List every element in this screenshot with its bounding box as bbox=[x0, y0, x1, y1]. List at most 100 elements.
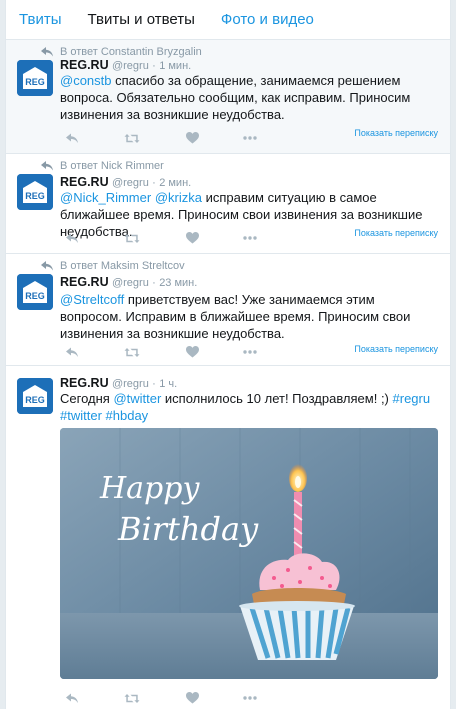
reply-icon bbox=[66, 233, 78, 243]
separator-dot: · bbox=[152, 378, 156, 390]
reply-button[interactable] bbox=[64, 230, 80, 246]
separator-dot: · bbox=[152, 277, 156, 289]
tweet-header: REG.RU @regru · 2 мин. bbox=[60, 175, 191, 189]
avatar-text: REG bbox=[25, 291, 45, 301]
tweet-actions bbox=[60, 344, 290, 360]
separator-dot: · bbox=[152, 60, 156, 72]
more-button[interactable] bbox=[242, 130, 258, 146]
handle[interactable]: @regru bbox=[112, 378, 149, 390]
heart-icon bbox=[185, 232, 199, 244]
retweet-icon bbox=[124, 233, 140, 243]
birthday-cupcake-image: Happy Birthday bbox=[60, 428, 438, 679]
reply-context-text: В ответ Maksim Streltcov bbox=[60, 260, 185, 272]
hashtag[interactable]: #regru bbox=[393, 391, 431, 406]
more-dots-icon bbox=[243, 696, 257, 700]
mention[interactable]: @twitter bbox=[113, 391, 161, 406]
timeline: Твиты Твиты и ответы Фото и видео В отве… bbox=[5, 0, 451, 709]
reply-context-text: В ответ Constantin Bryzgalin bbox=[60, 46, 202, 58]
avatar-text: REG bbox=[25, 77, 45, 87]
heart-icon bbox=[185, 346, 199, 358]
tweet-body: Сегодня bbox=[60, 391, 114, 406]
avatar-text: REG bbox=[25, 395, 45, 405]
tweet-actions bbox=[60, 230, 290, 246]
profile-tabs: Твиты Твиты и ответы Фото и видео bbox=[6, 0, 450, 40]
reply-context: В ответ Nick Rimmer bbox=[40, 160, 164, 172]
reply-icon bbox=[66, 347, 78, 357]
like-button[interactable] bbox=[184, 130, 200, 146]
tweet-header: REG.RU @regru · 23 мин. bbox=[60, 275, 197, 289]
reply-button[interactable] bbox=[64, 690, 80, 706]
mention[interactable]: @krizka bbox=[155, 190, 202, 205]
more-button[interactable] bbox=[242, 344, 258, 360]
reply-button[interactable] bbox=[64, 130, 80, 146]
mention[interactable]: @constb bbox=[60, 73, 112, 88]
avatar[interactable]: REG bbox=[17, 274, 53, 310]
heart-icon bbox=[185, 692, 199, 704]
handle[interactable]: @regru bbox=[112, 60, 149, 72]
avatar[interactable]: REG bbox=[17, 174, 53, 210]
mention[interactable]: @Streltcoff bbox=[60, 292, 124, 307]
like-button[interactable] bbox=[184, 230, 200, 246]
tab-tweets[interactable]: Твиты bbox=[6, 0, 75, 40]
retweet-button[interactable] bbox=[124, 690, 140, 706]
avatar[interactable]: REG bbox=[17, 378, 53, 414]
reply-icon bbox=[66, 133, 78, 143]
tweet-text: Сегодня @twitter исполнилось 10 лет! Поз… bbox=[60, 390, 440, 424]
tweet-header: REG.RU @regru · 1 мин. bbox=[60, 58, 191, 72]
tab-tweets-and-replies[interactable]: Твиты и ответы bbox=[75, 0, 208, 40]
tweet-body: спасибо за обращение, занимаемся решение… bbox=[60, 73, 411, 122]
retweet-button[interactable] bbox=[124, 130, 140, 146]
tweet-actions bbox=[60, 690, 290, 706]
display-name[interactable]: REG.RU bbox=[60, 175, 109, 189]
timestamp[interactable]: 2 мин. bbox=[159, 177, 191, 189]
display-name[interactable]: REG.RU bbox=[60, 275, 109, 289]
more-dots-icon bbox=[243, 236, 257, 240]
reply-context-icon bbox=[41, 47, 53, 57]
reply-context: В ответ Maksim Streltcov bbox=[40, 260, 185, 272]
retweet-button[interactable] bbox=[124, 230, 140, 246]
retweet-icon bbox=[124, 347, 140, 357]
show-conversation-link[interactable]: Показать переписку bbox=[354, 128, 438, 138]
timestamp[interactable]: 1 мин. bbox=[159, 60, 191, 72]
retweet-button[interactable] bbox=[124, 344, 140, 360]
tweet-text: @constb спасибо за обращение, занимаемся… bbox=[60, 72, 440, 123]
handle[interactable]: @regru bbox=[112, 277, 149, 289]
timestamp[interactable]: 23 мин. bbox=[159, 277, 197, 289]
reply-context: В ответ Constantin Bryzgalin bbox=[40, 46, 202, 58]
tweet[interactable]: В ответ Maksim Streltcov REG REG.RU @reg… bbox=[6, 254, 450, 366]
reg-logo-icon: REG bbox=[17, 378, 53, 414]
reply-context-icon bbox=[41, 261, 53, 271]
hashtag[interactable]: #hbday bbox=[106, 408, 149, 423]
tweet-header: REG.RU @regru · 1 ч. bbox=[60, 376, 177, 390]
tweet[interactable]: REG REG.RU @regru · 1 ч. Сегодня @twitte… bbox=[6, 366, 450, 709]
reg-logo-icon: REG bbox=[17, 274, 53, 310]
more-dots-icon bbox=[243, 350, 257, 354]
tweet-photo[interactable]: Happy Birthday bbox=[60, 428, 438, 679]
avatar-text: REG bbox=[25, 191, 45, 201]
tweet[interactable]: В ответ Constantin Bryzgalin REG REG.RU … bbox=[6, 40, 450, 154]
tab-photos-videos[interactable]: Фото и видео bbox=[208, 0, 327, 40]
heart-icon bbox=[185, 132, 199, 144]
like-button[interactable] bbox=[184, 344, 200, 360]
tweet-body: исполнилось 10 лет! Поздравляем! ;) bbox=[161, 391, 393, 406]
more-button[interactable] bbox=[242, 690, 258, 706]
display-name[interactable]: REG.RU bbox=[60, 58, 109, 72]
separator-dot: · bbox=[152, 177, 156, 189]
timestamp[interactable]: 1 ч. bbox=[159, 378, 177, 390]
reply-context-icon bbox=[41, 161, 53, 171]
tweet-text: @Streltcoff приветствуем вас! Уже занима… bbox=[60, 291, 440, 342]
avatar[interactable]: REG bbox=[17, 60, 53, 96]
show-conversation-link[interactable]: Показать переписку bbox=[354, 344, 438, 354]
more-dots-icon bbox=[243, 136, 257, 140]
reg-logo-icon: REG bbox=[17, 60, 53, 96]
mention[interactable]: @Nick_Rimmer bbox=[60, 190, 151, 205]
handle[interactable]: @regru bbox=[112, 177, 149, 189]
hashtag[interactable]: #twitter bbox=[60, 408, 102, 423]
more-button[interactable] bbox=[242, 230, 258, 246]
show-conversation-link[interactable]: Показать переписку bbox=[354, 228, 438, 238]
reg-logo-icon: REG bbox=[17, 174, 53, 210]
reply-button[interactable] bbox=[64, 344, 80, 360]
like-button[interactable] bbox=[184, 690, 200, 706]
tweet[interactable]: В ответ Nick Rimmer REG REG.RU @regru · … bbox=[6, 154, 450, 254]
display-name[interactable]: REG.RU bbox=[60, 376, 109, 390]
